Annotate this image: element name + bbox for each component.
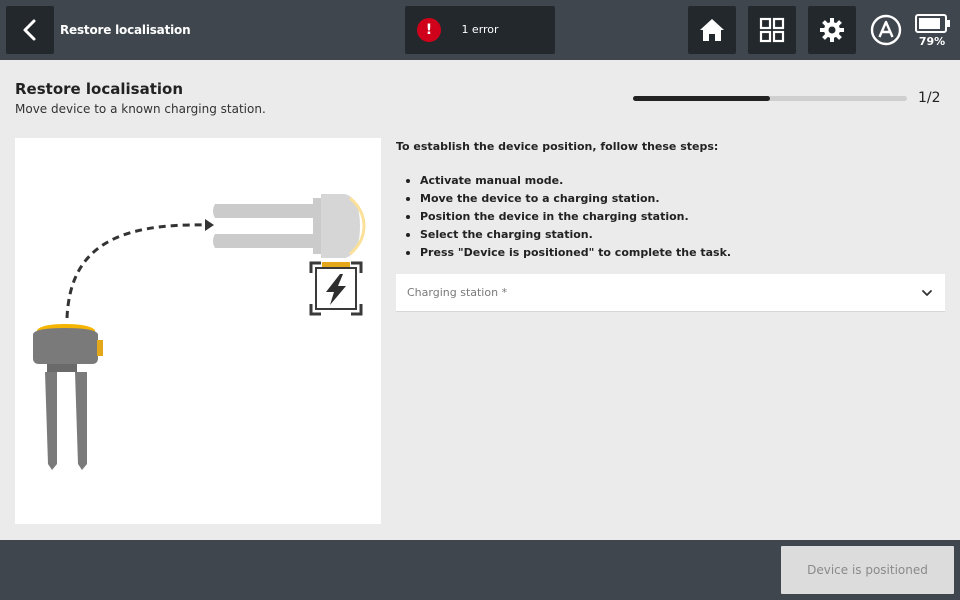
auto-mode-icon[interactable] — [870, 14, 902, 46]
window-title: Restore localisation — [60, 23, 191, 37]
device-icon — [33, 324, 103, 470]
battery-percentage: 79% — [918, 35, 946, 48]
device-positioned-button[interactable]: Device is positioned — [781, 546, 954, 594]
step-item: Position the device in the charging stat… — [404, 209, 731, 227]
progress-bar — [633, 96, 907, 101]
page-title: Restore localisation — [15, 80, 184, 98]
step-text: Activate manual mode. — [420, 174, 564, 187]
steps-list: Activate manual mode. Move the device to… — [404, 173, 731, 263]
bullet-icon — [406, 215, 410, 219]
error-indicator-button[interactable]: ! 1 error — [405, 6, 555, 54]
step-item: Press "Device is positioned" to complete… — [404, 245, 731, 263]
bottom-bar: Device is positioned — [0, 540, 960, 600]
home-button[interactable] — [688, 6, 736, 54]
page-subtitle: Move device to a known charging station. — [15, 102, 266, 116]
bullet-icon — [406, 197, 410, 201]
charging-station-placeholder: Charging station * — [407, 286, 508, 299]
charging-illustration — [33, 194, 366, 470]
illustration-panel — [15, 138, 381, 524]
step-item: Move the device to a charging station. — [404, 191, 731, 209]
step-text: Select the charging station. — [420, 228, 593, 241]
step-counter: 1/2 — [918, 90, 941, 106]
lightning-icon — [326, 274, 346, 305]
movement-path — [65, 223, 208, 319]
step-item: Activate manual mode. — [404, 173, 731, 191]
bullet-icon — [406, 179, 410, 183]
settings-button[interactable] — [808, 6, 856, 54]
overview-button[interactable] — [748, 6, 796, 54]
charging-station-select[interactable]: Charging station * — [396, 274, 945, 312]
gear-icon — [820, 18, 844, 42]
arrow-head-icon — [205, 219, 214, 231]
back-button[interactable] — [6, 6, 54, 54]
grid-icon — [759, 17, 785, 43]
step-text: Press "Device is positioned" to complete… — [420, 246, 732, 259]
instructions-intro: To establish the device position, follow… — [396, 140, 719, 153]
error-icon: ! — [417, 18, 441, 42]
home-icon — [700, 19, 724, 41]
back-arrow-icon — [23, 19, 36, 41]
step-text: Position the device in the charging stat… — [420, 210, 689, 223]
progress-bar-fill — [633, 96, 770, 101]
bullet-icon — [406, 233, 410, 237]
bullet-icon — [406, 251, 410, 255]
device-ghost — [213, 194, 366, 258]
chevron-down-icon — [922, 290, 932, 296]
step-item: Select the charging station. — [404, 227, 731, 245]
step-text: Move the device to a charging station. — [420, 192, 660, 205]
top-bar: Restore localisation ! 1 error 79% — [0, 0, 960, 60]
error-count-label: 1 error — [461, 23, 499, 36]
